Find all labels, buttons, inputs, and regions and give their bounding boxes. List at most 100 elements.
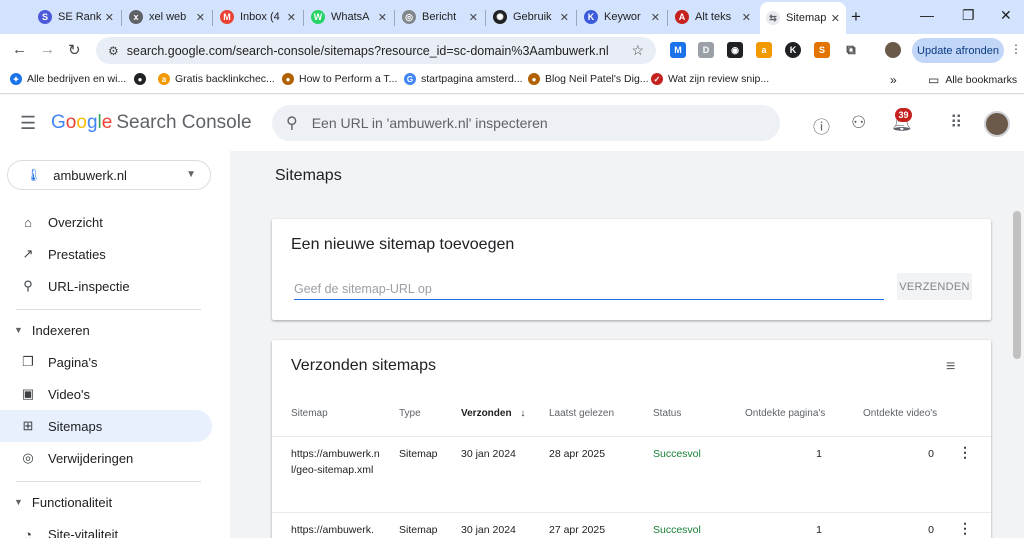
update-button[interactable]: Update afronden [912, 38, 1004, 63]
forward-icon[interactable]: → [40, 41, 55, 58]
close-icon[interactable]: ✕ [196, 11, 205, 24]
browser-tab-active[interactable]: ⇆ Sitemap ✕ [760, 2, 846, 34]
browser-tab[interactable]: x xel web ✕ [123, 4, 211, 30]
menu-icon[interactable]: ☰ [20, 113, 36, 134]
close-icon[interactable]: ✕ [560, 11, 569, 24]
bookmark-item[interactable]: ● How to Perform a T... [282, 73, 397, 85]
sidebar-item-removals[interactable]: ◎ Verwijderingen [0, 442, 212, 474]
property-selector[interactable]: 🌡︎ ambuwerk.nl ▼ [7, 160, 211, 190]
minimize-icon[interactable]: — [920, 7, 934, 23]
search-icon: ⚲ [23, 278, 33, 293]
bookmark-item[interactable]: ✓ Wat zijn review snip... [651, 73, 769, 85]
site-info-icon[interactable]: ⚙ [108, 44, 119, 58]
bookmark-item[interactable]: ✦ Alle bedrijven en wi... [10, 73, 126, 85]
manage-users-icon[interactable]: ⚇ [851, 113, 866, 133]
column-header-status[interactable]: Status [653, 408, 681, 419]
xel-icon: x [129, 10, 143, 24]
sidebar-item-pages[interactable]: ❐ Pagina's [0, 346, 212, 378]
column-header-sitemap[interactable]: Sitemap [291, 408, 328, 419]
address-bar[interactable]: ⚙ search.google.com/search-console/sitem… [96, 37, 656, 64]
close-icon[interactable]: ✕ [469, 11, 478, 24]
bookmark-item[interactable]: ● [134, 73, 151, 85]
browser-tab[interactable]: S SE Ranki ✕ [32, 4, 120, 30]
scrollbar-thumb[interactable] [1013, 211, 1021, 359]
sidebar-item-sitemaps[interactable]: ⊞ Sitemaps [0, 410, 212, 442]
search-console-logo[interactable]: Google Search Console [51, 112, 252, 134]
extension-k-icon[interactable]: K [785, 42, 801, 58]
sidebar-item-url-inspection[interactable]: ⚲ URL-inspectie [0, 270, 212, 302]
close-icon[interactable]: ✕ [378, 11, 387, 24]
reload-icon[interactable]: ↻ [68, 41, 81, 59]
close-icon[interactable]: ✕ [105, 11, 114, 24]
add-sitemap-title: Een nieuwe sitemap toevoegen [291, 236, 515, 253]
sidebar-item-overview[interactable]: ⌂ Overzicht [0, 206, 212, 238]
address-url[interactable]: search.google.com/search-console/sitemap… [127, 44, 632, 58]
extension-glasses-icon[interactable]: ◉ [727, 42, 743, 58]
ahrefs-icon: a [158, 73, 170, 85]
bookmark-item[interactable]: ● Blog Neil Patel's Dig... [528, 73, 649, 85]
extension-a-icon[interactable]: a [756, 42, 772, 58]
eye-off-icon: ◎ [22, 450, 34, 465]
avatar-bookmark-icon: ● [282, 73, 294, 85]
google-logo-text: Google [51, 112, 113, 133]
alt-text-icon: A [675, 10, 689, 24]
column-header-submitted[interactable]: Verzonden ↓ [461, 408, 525, 419]
close-icon[interactable]: ✕ [742, 11, 751, 24]
browser-tab[interactable]: A Alt teks ✕ [669, 4, 757, 30]
help-icon[interactable]: ⓘ [813, 113, 830, 138]
extension-m-icon[interactable]: M [670, 42, 686, 58]
main-content: Sitemaps Een nieuwe sitemap toevoegen VE… [230, 151, 1024, 538]
url-inspect-input[interactable] [311, 115, 742, 131]
trending-icon: ↗ [22, 246, 34, 261]
extension-d-icon[interactable]: D [698, 42, 714, 58]
more-bookmarks-icon[interactable]: » [890, 73, 897, 87]
cell-pages: 1 [816, 448, 822, 460]
sidebar-group-features[interactable]: ▼ Functionaliteit [0, 487, 212, 517]
close-icon[interactable]: ✕ [651, 11, 660, 24]
bookmark-star-icon[interactable]: ☆ [631, 42, 644, 59]
all-bookmarks[interactable]: ▭ Alle bookmarks [928, 73, 1017, 87]
chrome-menu-icon[interactable]: ⋮ [1010, 42, 1022, 56]
extension-seo-icon[interactable]: S [814, 42, 830, 58]
submitted-sitemaps-title: Verzonden sitemaps [291, 357, 436, 374]
submit-button[interactable]: VERZENDEN [897, 273, 972, 300]
browser-tab[interactable]: M Inbox (4 ✕ [214, 4, 302, 30]
bookmark-item[interactable]: G startpagina amsterd... [404, 73, 523, 85]
window-close-icon[interactable]: ✕ [1000, 7, 1012, 24]
close-icon[interactable]: ✕ [287, 11, 296, 24]
sitemap-url-input[interactable] [294, 279, 884, 300]
sidebar-group-indexing[interactable]: ▼ Indexeren [0, 315, 212, 345]
cell-pages: 1 [816, 524, 822, 536]
browser-tab[interactable]: K Keywor ✕ [578, 4, 666, 30]
folder-icon: ▭ [928, 73, 940, 87]
back-icon[interactable]: ← [12, 41, 27, 58]
url-inspect-search[interactable]: ⚲ [272, 105, 780, 141]
column-header-discovered-pages[interactable]: Ontdekte pagina's [745, 408, 825, 419]
pages-icon: ❐ [22, 354, 34, 369]
browser-tab[interactable]: W WhatsA ✕ [305, 4, 393, 30]
browser-tab[interactable]: ✺ Gebruik ✕ [487, 4, 575, 30]
row-menu-icon[interactable]: ⋮ [958, 520, 972, 537]
google-icon: G [404, 73, 416, 85]
avatar[interactable] [984, 111, 1010, 137]
cell-last-read: 28 apr 2025 [549, 448, 606, 460]
sidebar-item-performance[interactable]: ↗ Prestaties [0, 238, 212, 270]
bookmark-item[interactable]: a Gratis backlinkchec... [158, 73, 275, 85]
apps-grid-icon[interactable]: ⠿ [950, 113, 962, 133]
extensions-puzzle-icon[interactable]: ⧉ [843, 42, 859, 58]
column-header-discovered-videos[interactable]: Ontdekte video's [863, 408, 937, 419]
new-tab-icon[interactable]: + [851, 7, 861, 27]
sidebar: 🌡︎ ambuwerk.nl ▼ ⌂ Overzicht ↗ Prestatie… [0, 151, 230, 538]
profile-avatar[interactable] [885, 42, 901, 58]
column-header-type[interactable]: Type [399, 408, 421, 419]
close-icon[interactable]: ✕ [831, 12, 840, 25]
collapse-icon: ▼ [14, 325, 23, 335]
sidebar-item-core-web-vitals[interactable]: ◔ Site-vitaliteit [0, 518, 212, 538]
filter-icon[interactable]: ≡ [946, 358, 955, 376]
column-header-last-read[interactable]: Laatst gelezen [549, 408, 614, 419]
restore-icon[interactable]: ❐ [962, 7, 975, 24]
submitted-sitemaps-card: Verzonden sitemaps ≡ Sitemap Type Verzon… [272, 340, 991, 538]
sidebar-item-videos[interactable]: ▣ Video's [0, 378, 212, 410]
row-menu-icon[interactable]: ⋮ [958, 444, 972, 461]
browser-tab[interactable]: ◎ Bericht ✕ [396, 4, 484, 30]
